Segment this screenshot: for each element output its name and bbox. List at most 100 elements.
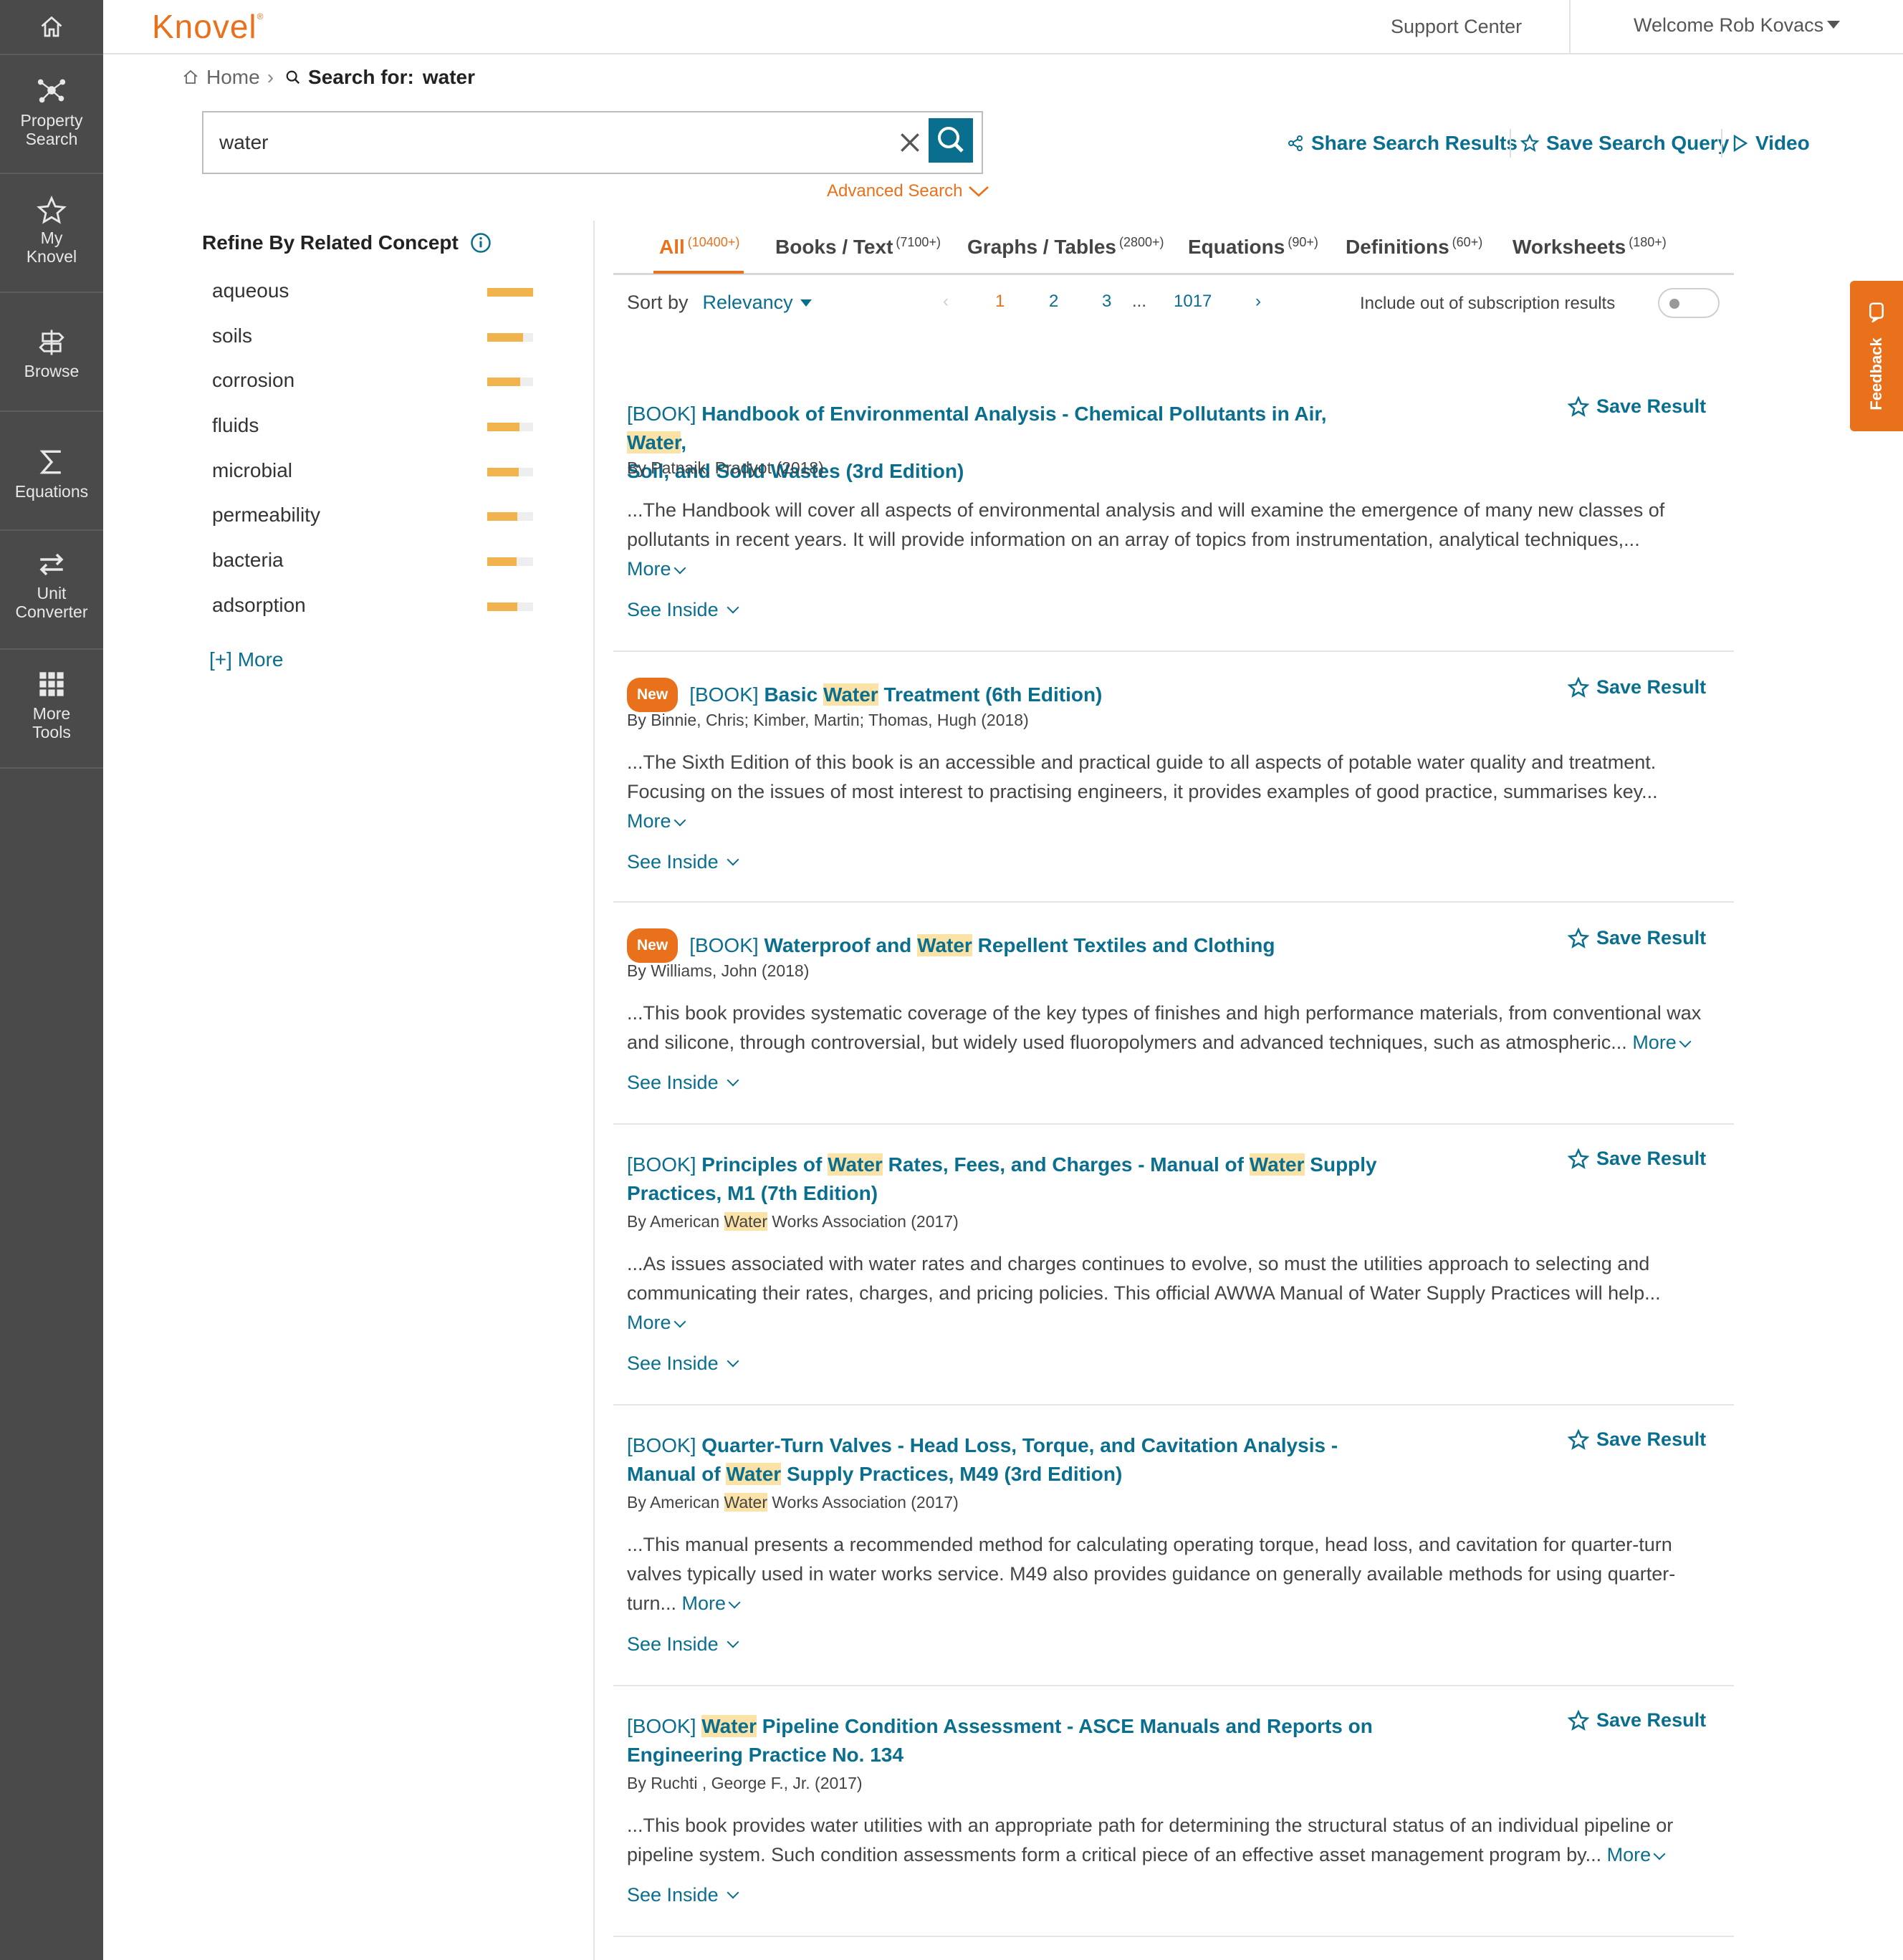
chevron-down-icon [1653,1848,1666,1860]
result-description: ...This manual presents a recommended me… [627,1530,1702,1618]
relevance-bar-fill [487,467,519,476]
breadcrumb-home[interactable]: Home [206,66,260,89]
author-highlight: Water [724,1493,767,1512]
toggle-knob [1669,299,1679,309]
search-button[interactable] [929,118,973,163]
tab-graphs-tables[interactable]: Graphs / Tables (2800+) [967,235,1164,259]
save-result-button[interactable]: Save Result [1568,1709,1706,1731]
desc-line: turn... [627,1592,677,1614]
relevance-bar [487,557,533,567]
see-inside-link[interactable]: See Inside [627,1353,739,1375]
close-icon[interactable] [896,128,924,157]
save-result-label: Save Result [1596,676,1707,698]
see-inside-link[interactable]: See Inside [627,599,739,621]
chevron-down-icon [727,1886,739,1898]
result-title-link[interactable]: [BOOK] Principles of Water Rates, Fees, … [627,1150,1386,1208]
see-inside-link[interactable]: See Inside [627,1072,739,1094]
sidebar-item-property-search[interactable]: Property Search [0,55,103,174]
knovel-logo[interactable]: Knovel® [152,7,264,46]
result-title-link[interactable]: New [BOOK] Basic Water Treatment (6th Edi… [627,678,1487,712]
caret-down-icon[interactable] [800,299,812,307]
search-input[interactable] [219,125,850,160]
desc-line: pipeline system. Such condition assessme… [627,1844,1602,1865]
title-text: Handbook of Environmental Analysis - Che… [701,403,1327,425]
see-inside-link[interactable]: See Inside [627,1633,739,1656]
more-link[interactable]: More [1632,1032,1692,1053]
refine-more-link[interactable]: [+] More [209,648,283,671]
chevron-down-icon [969,186,989,197]
action-divider [1721,129,1722,158]
see-inside-label: See Inside [627,1884,719,1906]
refine-concept-item[interactable]: bacteria [212,549,535,594]
video-label: Video [1755,132,1810,154]
page-link[interactable]: 1017 [1174,292,1212,312]
sidebar-item-equations[interactable]: Equations [0,412,103,531]
refine-concept-item[interactable]: fluids [212,414,535,459]
support-center-link[interactable]: Support Center [1391,16,1522,38]
save-result-button[interactable]: Save Result [1568,927,1706,949]
see-inside-label: See Inside [627,1633,719,1655]
page-link[interactable]: 1 [995,292,1005,312]
result-title-link[interactable]: New [BOOK] Waterproof and Water Repellent… [627,928,1487,963]
sidebar-item-more-tools[interactable]: More Tools [0,650,103,769]
new-badge: New [627,678,679,712]
sort-select[interactable]: Relevancy [703,292,793,314]
tab-label: Worksheets [1513,236,1626,258]
sidebar-item-my-knovel[interactable]: My Knovel [0,174,103,293]
title-highlight: Water [627,431,681,453]
more-link[interactable]: More [627,558,686,580]
more-link[interactable]: More [627,810,686,832]
feedback-tab[interactable]: Feedback [1850,281,1903,431]
more-label: More [627,810,671,832]
refine-concept-item[interactable]: aqueous [212,279,535,325]
relevance-bar [487,378,533,387]
more-link[interactable]: More [682,1592,741,1614]
info-icon[interactable] [470,232,492,254]
see-inside-link[interactable]: See Inside [627,851,739,873]
next-page-icon[interactable]: › [1255,292,1261,312]
search-icon [286,70,300,85]
sidebar-item-unit-converter[interactable]: Unit Converter [0,531,103,650]
save-search-query-button[interactable]: Save Search Query [1520,132,1729,155]
result-title-link[interactable]: [BOOK] Quarter-Turn Valves - Head Loss, … [627,1431,1386,1489]
save-result-button[interactable]: Save Result [1568,1148,1706,1170]
refine-concept-item[interactable]: soils [212,325,535,370]
save-result-button[interactable]: Save Result [1568,1428,1706,1451]
refine-concept-item[interactable]: corrosion [212,369,535,414]
refine-concept-item[interactable]: microbial [212,459,535,504]
save-result-button[interactable]: Save Result [1568,395,1706,418]
result-title-link[interactable]: [BOOK] Water Pipeline Condition Assessme… [627,1712,1386,1769]
title-highlight: Water [726,1463,782,1485]
refine-concept-item[interactable]: adsorption [212,594,535,639]
sidebar-item-home[interactable] [0,0,103,55]
result-description: ...The Sixth Edition of this book is an … [627,748,1702,836]
include-out-of-subscription-toggle[interactable] [1658,288,1720,318]
star-icon [1568,676,1589,698]
user-menu[interactable]: Welcome Rob Kovacs [1634,14,1823,37]
sidebar-item-browse[interactable]: Browse [0,293,103,412]
new-badge: New [627,928,679,963]
search-icon [938,127,964,153]
advanced-search-link[interactable]: Advanced Search [827,181,989,201]
video-button[interactable]: Video [1732,132,1810,155]
concept-name: adsorption [212,593,306,616]
home-icon[interactable] [182,69,199,86]
see-inside-label: See Inside [627,599,719,620]
more-link[interactable]: More [1607,1844,1666,1865]
share-search-results-button[interactable]: Share Search Results [1287,132,1518,155]
title-text: Rates, Fees, and Charges - Manual of [882,1153,1250,1176]
refine-concept-item[interactable]: permeability [212,504,535,549]
see-inside-link[interactable]: See Inside [627,1884,739,1906]
tab-all[interactable]: All (10400+) [659,235,739,259]
caret-down-icon[interactable] [1827,21,1840,29]
page-link[interactable]: 2 [1049,292,1058,312]
tab-books-text[interactable]: Books / Text (7100+) [775,235,941,259]
prev-page-icon: ‹ [943,292,949,311]
concept-name: bacteria [212,549,284,572]
tab-equations[interactable]: Equations (90+) [1188,235,1318,259]
tab-worksheets[interactable]: Worksheets (180+) [1513,235,1667,259]
more-link[interactable]: More [627,1312,686,1333]
save-result-button[interactable]: Save Result [1568,676,1706,698]
tab-definitions[interactable]: Definitions (60+) [1346,235,1482,259]
page-link[interactable]: 3 [1102,292,1111,312]
